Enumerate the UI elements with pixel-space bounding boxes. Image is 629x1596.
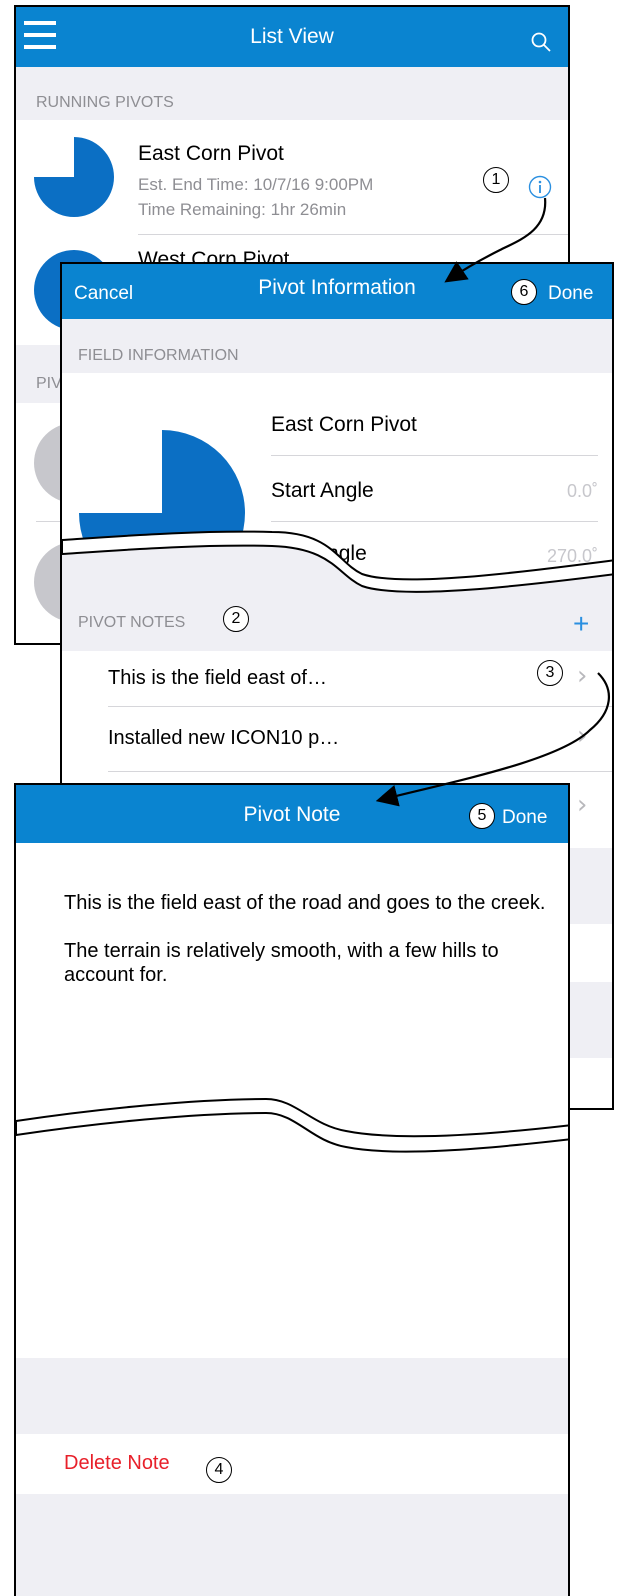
callout-3: 3 bbox=[537, 660, 563, 686]
callout-2: 2 bbox=[223, 606, 249, 632]
callout-4: 4 bbox=[206, 1457, 232, 1483]
callout-5: 5 bbox=[469, 803, 495, 829]
callout-arrows bbox=[0, 0, 629, 1596]
callout-6: 6 bbox=[511, 279, 537, 305]
callout-1: 1 bbox=[483, 167, 509, 193]
